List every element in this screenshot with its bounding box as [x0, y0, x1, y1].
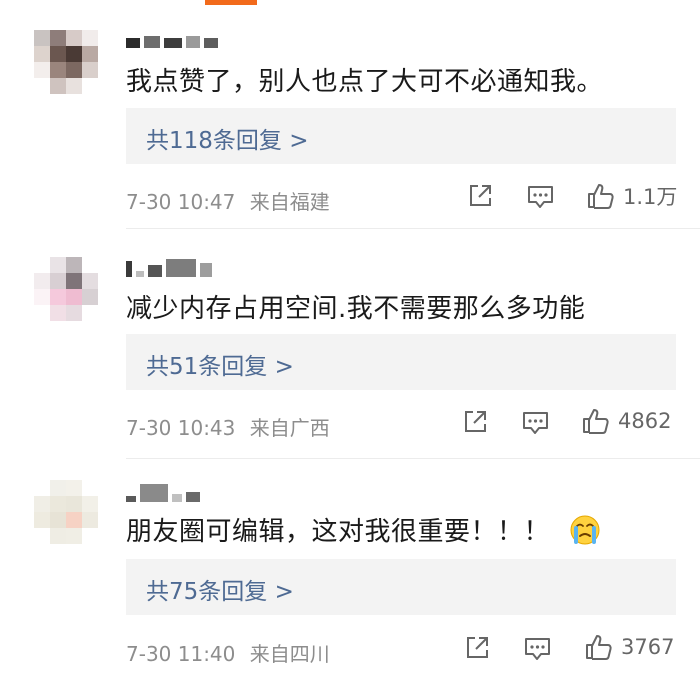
like-button[interactable]: 4862 — [582, 407, 671, 435]
thumbs-up-icon — [583, 409, 609, 434]
comment-item: 减少内存占用空间.我不需要那么多功能 共51条回复 > 7-30 10:43 来… — [0, 255, 700, 455]
comment-text: 我点赞了，别人也点了大可不必通知我。 — [126, 67, 604, 97]
comment-meta: 7-30 11:40 来自四川 — [126, 638, 330, 667]
replies-link[interactable]: 共75条回复 > — [146, 572, 294, 606]
comment-text-content: 朋友圈可编辑，这对我很重要！！！ — [126, 517, 551, 547]
username-redacted[interactable] — [126, 26, 218, 48]
replies-box[interactable]: 共51条回复 > — [126, 334, 676, 390]
comment-date: 7-30 10:47 — [126, 190, 236, 214]
comment-text: 朋友圈可编辑，这对我很重要！！！ — [126, 511, 601, 549]
divider — [126, 458, 700, 459]
username-redacted[interactable] — [126, 480, 200, 502]
comment-date: 7-30 10:43 — [126, 416, 236, 440]
like-count: 4862 — [618, 409, 672, 433]
avatar[interactable] — [34, 257, 98, 321]
comment-meta: 7-30 10:47 来自福建 — [126, 186, 330, 215]
replies-box[interactable]: 共118条回复 > — [126, 108, 676, 164]
comment-icon — [528, 186, 553, 208]
thumbs-up-icon — [586, 635, 612, 660]
comment-icon — [523, 412, 548, 434]
replies-link[interactable]: 共118条回复 > — [146, 121, 308, 155]
top-accent-bar — [205, 0, 257, 5]
comment-item: 朋友圈可编辑，这对我很重要！！！ 共75条回复 > 7-30 11:40 来自四… — [0, 478, 700, 678]
username-redacted[interactable] — [126, 255, 212, 277]
share-button[interactable] — [464, 635, 490, 661]
comment-item: 我点赞了，别人也点了大可不必通知我。 共118条回复 > 7-30 10:47 … — [0, 28, 700, 228]
avatar[interactable] — [34, 480, 98, 544]
comment-button[interactable] — [524, 636, 551, 662]
avatar[interactable] — [34, 30, 98, 94]
comment-button[interactable] — [522, 410, 549, 436]
share-icon — [467, 637, 488, 658]
comment-meta: 7-30 10:43 来自广西 — [126, 412, 330, 441]
replies-link[interactable]: 共51条回复 > — [146, 347, 294, 381]
share-button[interactable] — [462, 409, 488, 435]
replies-box[interactable]: 共75条回复 > — [126, 559, 676, 615]
comment-location: 来自广西 — [249, 416, 330, 440]
comment-icon — [525, 638, 550, 660]
comment-location: 来自四川 — [249, 642, 330, 666]
crying-face-emoji — [570, 515, 600, 544]
divider — [126, 228, 700, 229]
comment-text: 减少内存占用空间.我不需要那么多功能 — [126, 294, 586, 324]
comment-button[interactable] — [527, 184, 554, 210]
share-icon — [470, 185, 491, 206]
share-button[interactable] — [467, 183, 493, 209]
comment-date: 7-30 11:40 — [126, 642, 236, 666]
share-icon — [465, 411, 486, 432]
like-button[interactable]: 3767 — [585, 633, 674, 661]
like-count: 1.1万 — [623, 185, 678, 209]
comment-location: 来自福建 — [249, 190, 330, 214]
like-button[interactable]: 1.1万 — [587, 181, 677, 211]
thumbs-up-icon — [588, 184, 614, 209]
like-count: 3767 — [621, 635, 675, 659]
